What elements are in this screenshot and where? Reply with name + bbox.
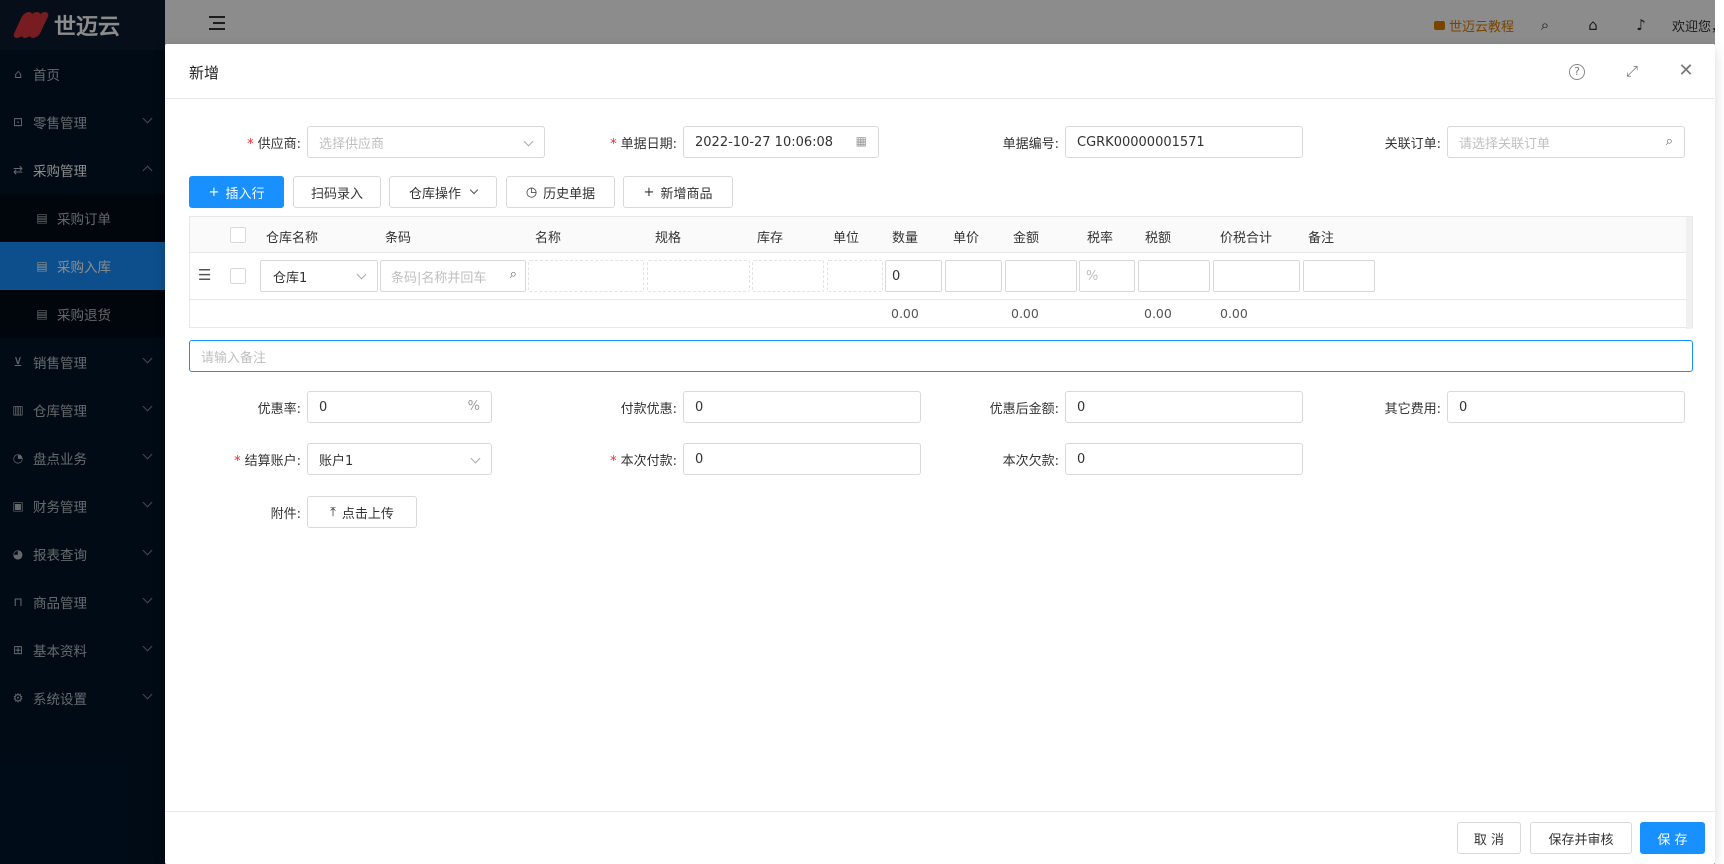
other-fee-field: 其它费用: 0 bbox=[1329, 391, 1685, 423]
after-discount-input[interactable]: 0 bbox=[1065, 391, 1303, 423]
discount-rate-input[interactable]: 0% bbox=[307, 391, 492, 423]
cancel-button[interactable]: 取 消 bbox=[1457, 822, 1521, 854]
attachment-field: 附件: ⤒ 点击上传 bbox=[189, 496, 417, 528]
drag-handle-icon[interactable]: ☰ bbox=[198, 266, 211, 284]
col-warehouse: 仓库名称 bbox=[266, 231, 319, 246]
debt-field: 本次欠款: 0 bbox=[947, 443, 1303, 475]
related-order-field: 关联订单: 请选择关联订单 ⌕ bbox=[1329, 126, 1685, 158]
modal-title: 新增 bbox=[189, 64, 220, 82]
fullscreen-icon[interactable]: ⤢ bbox=[1622, 61, 1642, 81]
col-tax-rate: 税率 bbox=[1087, 231, 1114, 246]
insert-row-button[interactable]: + 插入行 bbox=[189, 176, 284, 208]
col-unit: 单位 bbox=[833, 231, 860, 246]
supplier-select[interactable]: 选择供应商 bbox=[307, 126, 545, 158]
sum-total: 0.00 bbox=[1220, 306, 1248, 321]
calendar-icon: ▦ bbox=[855, 134, 867, 148]
chevron-down-icon bbox=[469, 185, 479, 195]
unit-cell bbox=[827, 260, 883, 292]
history-icon: ◷ bbox=[525, 184, 538, 200]
goods-table: 仓库名称 条码 名称 规格 库存 单位 数量 单价 金额 税率 税额 价税合计 … bbox=[189, 216, 1693, 329]
debt-input[interactable]: 0 bbox=[1065, 443, 1303, 475]
unit-price-input[interactable] bbox=[945, 260, 1002, 292]
search-icon[interactable]: ⌕ bbox=[1666, 134, 1673, 149]
tax-rate-input[interactable]: % bbox=[1079, 260, 1135, 292]
col-unit-price: 单价 bbox=[953, 231, 980, 246]
date-picker[interactable]: 2022-10-27 10:06:08 ▦ bbox=[683, 126, 879, 158]
after-discount-field: 优惠后金额: 0 bbox=[947, 391, 1303, 423]
tax-input[interactable] bbox=[1138, 260, 1210, 292]
modal-footer: 取 消 保存并审核 保 存 bbox=[165, 811, 1715, 864]
upload-button[interactable]: ⤒ 点击上传 bbox=[307, 496, 417, 528]
remark-cell-input[interactable] bbox=[1303, 260, 1375, 292]
chevron-down-icon bbox=[470, 453, 481, 464]
stock-cell bbox=[752, 260, 824, 292]
warehouse-ops-button[interactable]: 仓库操作 bbox=[389, 176, 497, 208]
related-order-input[interactable]: 请选择关联订单 ⌕ bbox=[1447, 126, 1685, 158]
sum-quantity: 0.00 bbox=[891, 306, 919, 321]
col-total: 价税合计 bbox=[1220, 231, 1273, 246]
supplier-field: * 供应商: 选择供应商 bbox=[189, 126, 545, 158]
plus-icon: + bbox=[643, 184, 655, 200]
remark-textarea[interactable]: 请输入备注 bbox=[189, 340, 1693, 372]
upload-icon: ⤒ bbox=[330, 504, 336, 520]
scan-entry-button[interactable]: 扫码录入 bbox=[293, 176, 381, 208]
close-icon[interactable]: ✕ bbox=[1676, 61, 1696, 81]
table-header: 仓库名称 条码 名称 规格 库存 单位 数量 单价 金额 税率 税额 价税合计 … bbox=[190, 217, 1692, 253]
modal-header: 新增 ? ⤢ ✕ bbox=[165, 44, 1715, 99]
select-all-checkbox[interactable] bbox=[230, 227, 246, 243]
sum-tax: 0.00 bbox=[1144, 306, 1172, 321]
col-spec: 规格 bbox=[655, 231, 682, 246]
col-barcode: 条码 bbox=[385, 231, 412, 246]
plus-icon: + bbox=[208, 184, 220, 200]
barcode-input[interactable]: 条码|名称并回车 ⌕ bbox=[380, 260, 526, 292]
spec-cell bbox=[647, 260, 750, 292]
quantity-input[interactable]: 0 bbox=[885, 260, 942, 292]
discount-rate-field: 优惠率: 0% bbox=[189, 391, 492, 423]
chevron-down-icon bbox=[523, 136, 534, 147]
col-remark: 备注 bbox=[1308, 231, 1335, 246]
date-field: * 单据日期: 2022-10-27 10:06:08 ▦ bbox=[565, 126, 879, 158]
other-fee-input[interactable]: 0 bbox=[1447, 391, 1685, 423]
page-right-edge bbox=[1715, 0, 1724, 864]
col-quantity: 数量 bbox=[892, 231, 919, 246]
amount-input[interactable] bbox=[1005, 260, 1077, 292]
total-input[interactable] bbox=[1213, 260, 1300, 292]
add-purchase-modal: 新增 ? ⤢ ✕ * 供应商: 选择供应商 * 单据日期: 2022-10-27 1… bbox=[165, 44, 1715, 864]
chevron-down-icon bbox=[356, 269, 367, 280]
name-cell bbox=[528, 260, 644, 292]
doc-number-field: 单据编号: CGRK00000001571 bbox=[947, 126, 1303, 158]
sum-amount: 0.00 bbox=[1011, 306, 1039, 321]
table-summary-row: 0.00 0.00 0.00 0.00 bbox=[190, 299, 1692, 328]
new-goods-button[interactable]: + 新增商品 bbox=[623, 176, 733, 208]
account-field: * 结算账户: 账户1 bbox=[189, 443, 492, 475]
help-icon[interactable]: ? bbox=[1569, 64, 1585, 80]
search-icon[interactable]: ⌕ bbox=[510, 267, 517, 282]
col-tax: 税额 bbox=[1145, 231, 1172, 246]
pay-discount-field: 付款优惠: 0 bbox=[565, 391, 921, 423]
save-and-audit-button[interactable]: 保存并审核 bbox=[1530, 822, 1632, 854]
col-name: 名称 bbox=[535, 231, 562, 246]
doc-number-input[interactable]: CGRK00000001571 bbox=[1065, 126, 1303, 158]
table-row: ☰ 仓库1 条码|名称并回车 ⌕ 0 % bbox=[190, 253, 1692, 299]
this-pay-input[interactable]: 0 bbox=[683, 443, 921, 475]
table-scrollbar[interactable] bbox=[1686, 217, 1692, 329]
save-button[interactable]: 保 存 bbox=[1640, 822, 1705, 854]
this-pay-field: * 本次付款: 0 bbox=[565, 443, 921, 475]
row-checkbox[interactable] bbox=[230, 268, 246, 284]
account-select[interactable]: 账户1 bbox=[307, 443, 492, 475]
col-amount: 金额 bbox=[1013, 231, 1040, 246]
warehouse-select[interactable]: 仓库1 bbox=[260, 260, 378, 292]
col-stock: 库存 bbox=[757, 231, 784, 246]
history-button[interactable]: ◷ 历史单据 bbox=[506, 176, 615, 208]
pay-discount-input[interactable]: 0 bbox=[683, 391, 921, 423]
